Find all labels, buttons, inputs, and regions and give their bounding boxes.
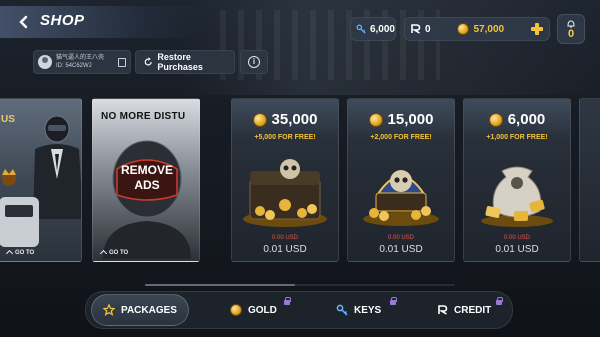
page-title: SHOP <box>40 12 85 29</box>
restore-label: Restore Purchases <box>157 52 203 72</box>
promo-title: NO MORE DISTU <box>101 111 186 122</box>
currency-bar: 0 57,000 <box>404 17 550 41</box>
gold-bonus: +2,000 FOR FREE! <box>370 134 432 141</box>
goto-label: GO TO <box>15 249 35 256</box>
star-icon <box>103 304 116 316</box>
lock-icon <box>496 297 503 305</box>
price: 0.01 USD <box>379 244 423 255</box>
restore-purchases-button[interactable]: Restore Purchases <box>135 50 235 74</box>
promo-card-vip[interactable]: US GO TO <box>0 98 82 262</box>
credit-balance[interactable]: 0 <box>411 24 431 35</box>
credit-count: 0 <box>425 23 431 35</box>
user-name: 猫气逼人的王八壳 <box>56 55 105 61</box>
gold-amount-value: 15,000 <box>387 111 434 128</box>
gold-coin-icon <box>230 304 242 316</box>
gold-bonus: +1,000 FOR FREE! <box>486 134 548 141</box>
gold-count: 57,000 <box>473 23 505 35</box>
old-price: 0.00 USD <box>503 235 530 241</box>
info-button[interactable]: i <box>240 50 268 74</box>
old-price: 0.00 USD <box>271 235 298 241</box>
svg-text:REMOVE: REMOVE <box>121 163 173 177</box>
old-price: 0.00 USD <box>387 235 414 241</box>
key-icon <box>356 24 366 34</box>
user-id: ID: 54C62WJ <box>56 63 92 69</box>
chevron-up-icon <box>99 249 108 258</box>
price: 0.01 USD <box>263 244 307 255</box>
goto-button[interactable]: GO TO <box>5 249 35 258</box>
goto-button[interactable]: GO TO <box>99 249 129 258</box>
back-button[interactable] <box>14 12 34 32</box>
gold-balance[interactable]: 57,000 <box>457 23 504 35</box>
user-id-card[interactable]: 猫气逼人的王八壳 ID: 54C62WJ <box>33 50 131 74</box>
lock-icon <box>284 297 291 305</box>
promo-card-remove-ads[interactable]: NO MORE DISTU REMOVE ADS GO TO <box>92 98 200 262</box>
helmet-illustration: REMOVE ADS <box>103 140 191 259</box>
next-card-edge[interactable] <box>579 98 600 262</box>
gold-amount-value: 35,000 <box>271 111 318 128</box>
add-gold-icon[interactable] <box>531 23 543 35</box>
gold-coin-icon <box>368 112 383 127</box>
r-credit-icon <box>438 305 448 315</box>
gold-pack-35000[interactable]: 35,000 +5,000 FOR FREE! 0.00 USD 0.01 US… <box>231 98 339 262</box>
chevron-up-icon <box>5 249 14 258</box>
driver-illustration <box>0 115 81 247</box>
tab-credit[interactable]: CREDIT <box>428 294 501 326</box>
tab-label: PACKAGES <box>121 304 177 316</box>
notifications-button[interactable]: 0 <box>557 14 585 44</box>
tab-keys[interactable]: KEYS <box>326 294 391 326</box>
restore-icon <box>144 57 152 66</box>
gold-bonus: +5,000 FOR FREE! <box>254 134 316 141</box>
tab-packages[interactable]: PACKAGES <box>91 294 189 326</box>
price: 0.01 USD <box>495 244 539 255</box>
gold-sack-image <box>481 166 553 227</box>
back-arrow-icon <box>19 15 28 29</box>
info-icon: i <box>248 56 260 68</box>
r-credit-icon <box>411 24 421 34</box>
bell-icon <box>567 19 575 28</box>
svg-text:ADS: ADS <box>134 178 159 192</box>
copy-icon[interactable] <box>118 57 126 67</box>
tab-gold[interactable]: GOLD <box>220 294 287 326</box>
keys-balance[interactable]: 6,000 <box>350 17 396 41</box>
gold-pack-6000[interactable]: 6,000 +1,000 FOR FREE! 0.00 USD 0.01 USD <box>463 98 571 262</box>
gold-coin-icon <box>457 23 470 35</box>
tab-label: CREDIT <box>454 304 492 316</box>
goto-label: GO TO <box>109 249 129 256</box>
gold-amount: 35,000 <box>232 111 338 128</box>
key-icon <box>336 304 348 316</box>
gold-coin-icon <box>252 112 267 127</box>
gold-amount-value: 6,000 <box>507 111 546 128</box>
tab-label: KEYS <box>354 304 382 316</box>
lock-icon <box>390 297 397 305</box>
background-garage <box>180 0 600 95</box>
avatar <box>38 55 52 69</box>
gold-amount: 6,000 <box>464 111 570 128</box>
notification-count: 0 <box>567 27 575 40</box>
gold-pack-15000[interactable]: 15,000 +2,000 FOR FREE! 0.00 USD 0.01 US… <box>347 98 455 262</box>
tab-label: GOLD <box>248 304 277 316</box>
keys-count: 6,000 <box>369 23 395 35</box>
gold-skull-pile-image <box>363 170 439 226</box>
treasure-chest-image <box>243 159 327 227</box>
scroll-thumb[interactable] <box>145 284 295 286</box>
gold-amount: 15,000 <box>348 111 454 128</box>
gold-coin-icon <box>488 112 503 127</box>
